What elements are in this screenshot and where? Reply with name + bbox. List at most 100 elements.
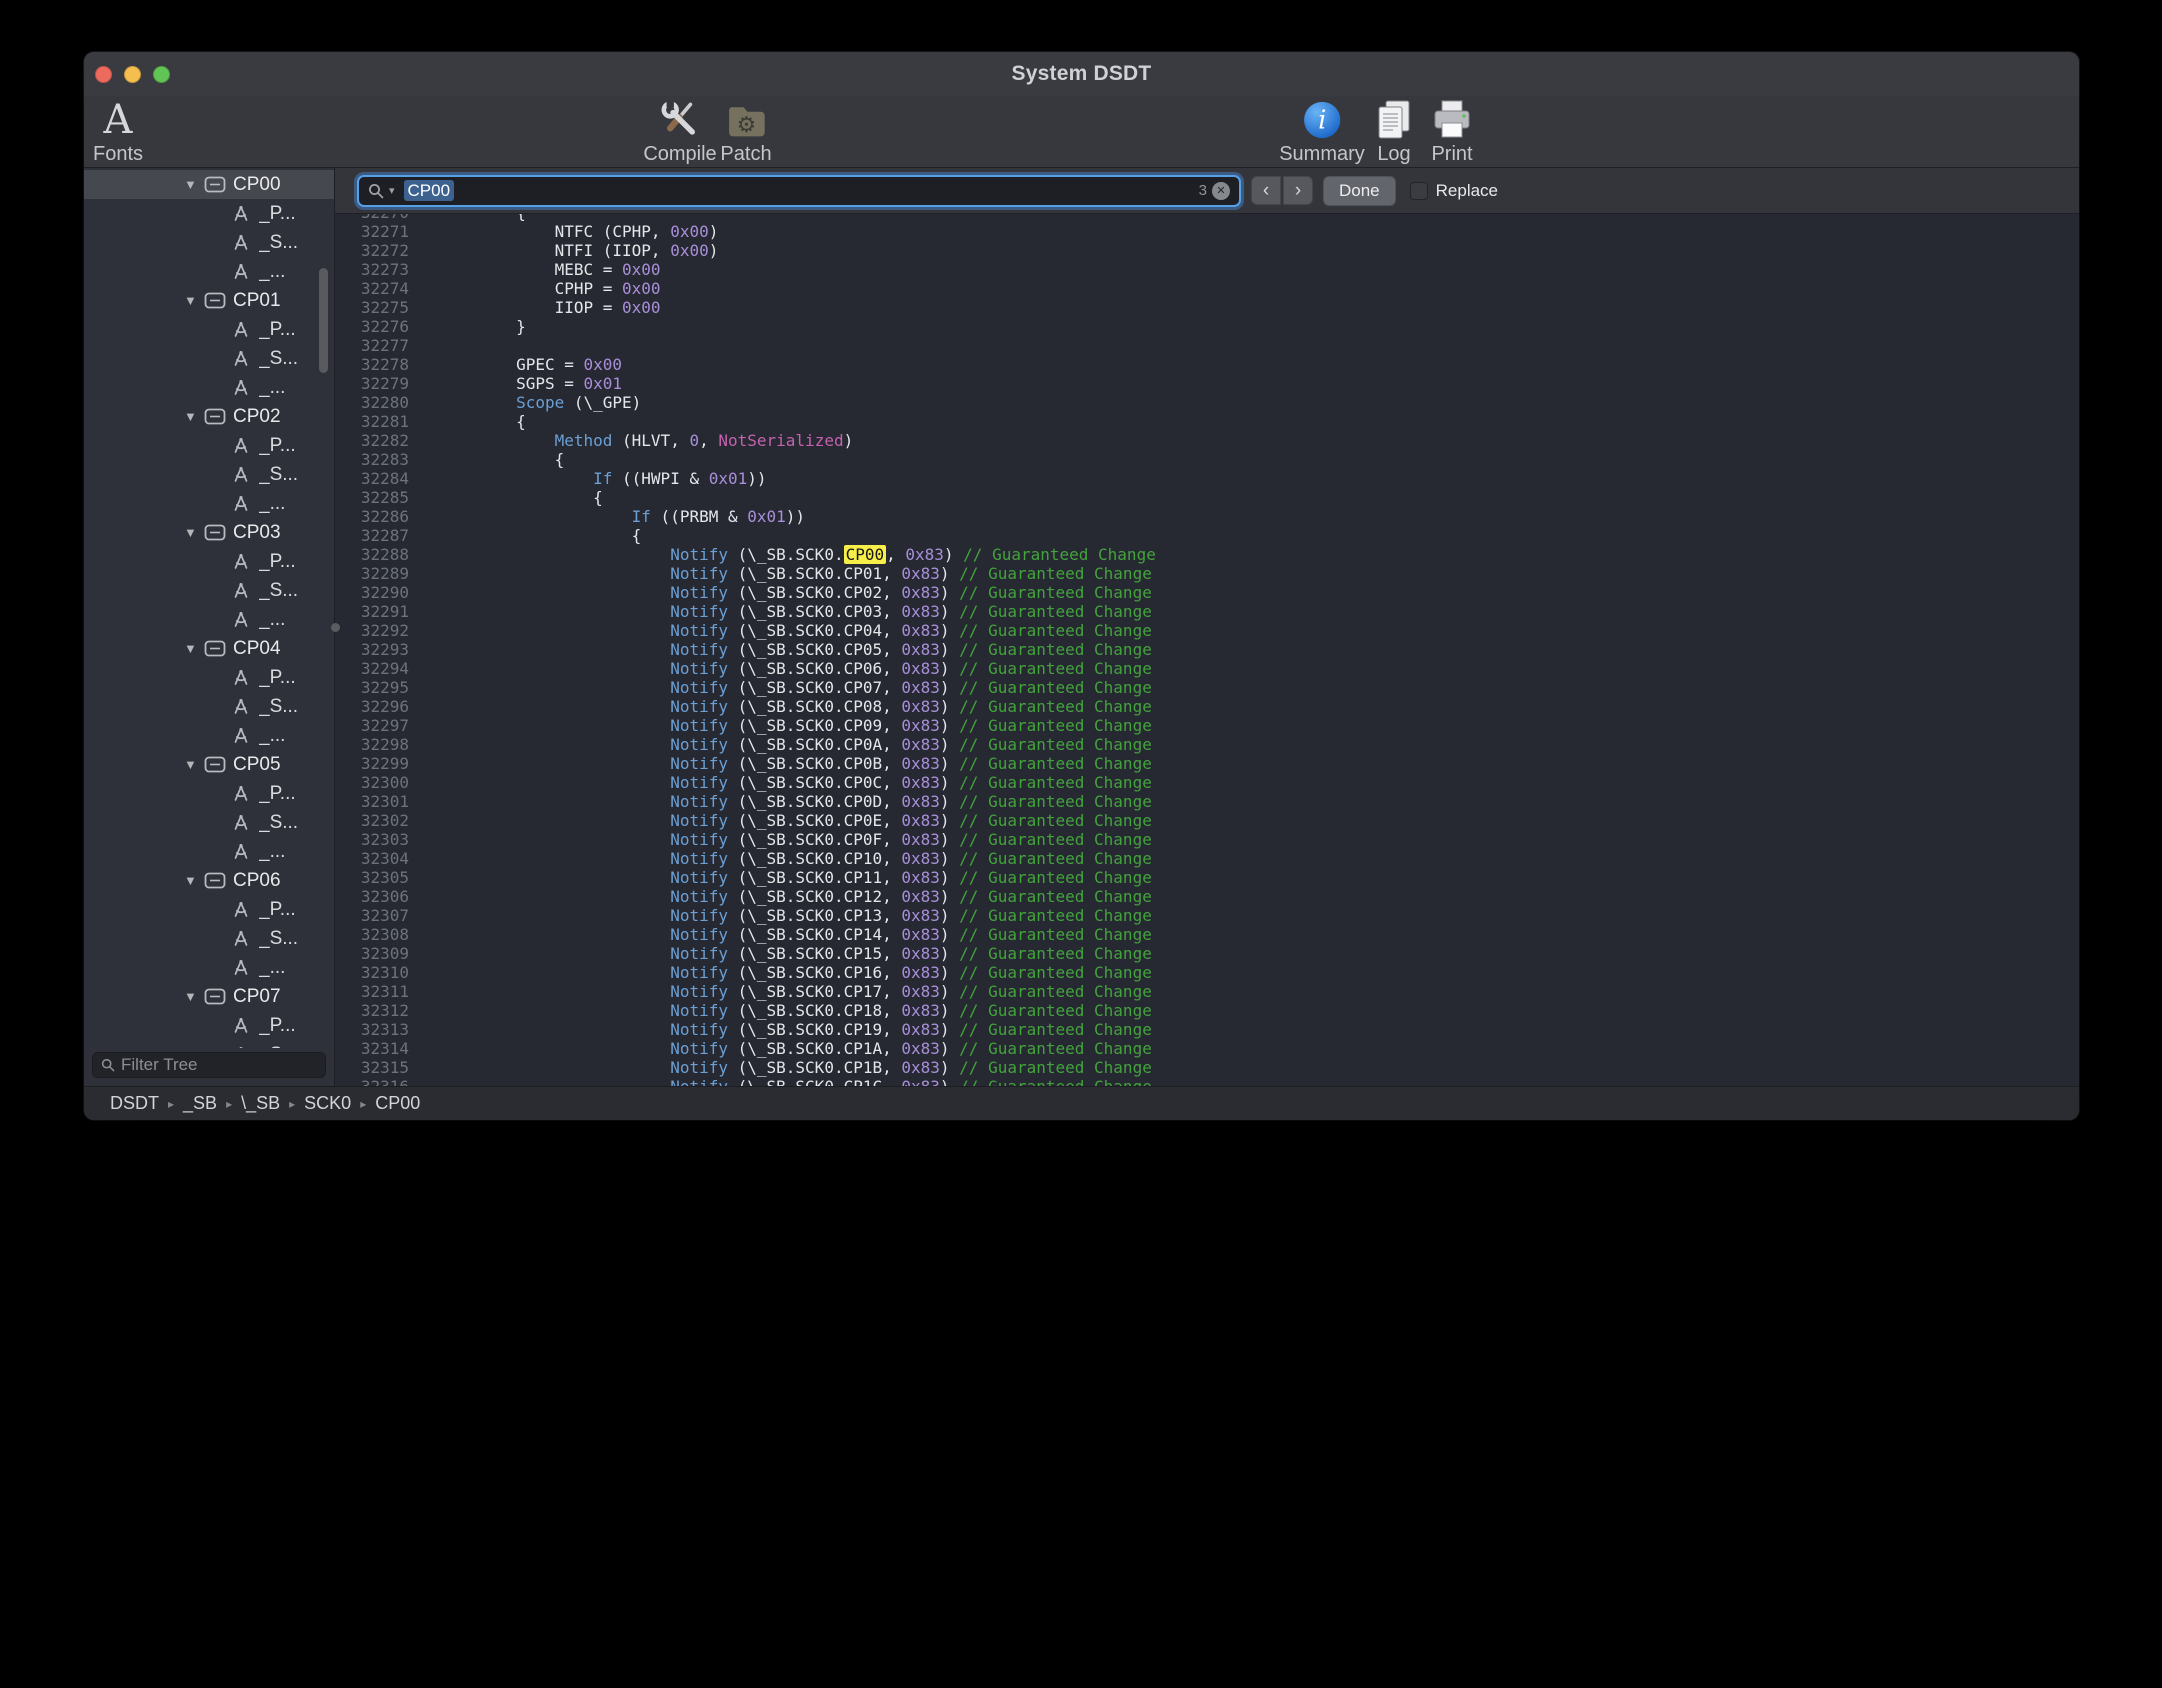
code-line-32284[interactable]: 32284 If ((HWPI & 0x01)): [335, 469, 2079, 488]
tree-item-CP06-child[interactable]: _S...: [84, 924, 334, 953]
tree-item-CP05-child[interactable]: _P...: [84, 779, 334, 808]
disclosure-triangle-icon[interactable]: ▼: [184, 409, 204, 424]
find-search-field[interactable]: ▾ CP00 3 ✕: [357, 175, 1241, 207]
zoom-button[interactable]: [153, 66, 170, 83]
code-line-32285[interactable]: 32285 {: [335, 488, 2079, 507]
breadcrumb-item-DSDT[interactable]: DSDT: [110, 1093, 159, 1114]
code-line-32282[interactable]: 32282 Method (HLVT, 0, NotSerialized): [335, 431, 2079, 450]
tree-item-CP06-child[interactable]: _P...: [84, 895, 334, 924]
tree-item-CP01[interactable]: ▼CP01: [84, 286, 334, 315]
toolbar-print-button[interactable]: Print: [1430, 98, 1474, 166]
code-line-32283[interactable]: 32283 {: [335, 450, 2079, 469]
breadcrumb-item-SB[interactable]: _SB: [183, 1093, 217, 1114]
tree-item-CP03-child[interactable]: _...: [84, 605, 334, 634]
code-line-32276[interactable]: 32276 }: [335, 317, 2079, 336]
code-line-32278[interactable]: 32278 GPEC = 0x00: [335, 355, 2079, 374]
code-line-32275[interactable]: 32275 IIOP = 0x00: [335, 298, 2079, 317]
tree-item-CP04-child[interactable]: _S...: [84, 692, 334, 721]
tree-item-CP00-child[interactable]: _S...: [84, 228, 334, 257]
toolbar-summary-button[interactable]: i Summary: [1279, 98, 1365, 166]
code-line-32306[interactable]: 32306 Notify (\_SB.SCK0.CP12, 0x83) // G…: [335, 887, 2079, 906]
tree-item-CP02-child[interactable]: _P...: [84, 431, 334, 460]
tree-item-CP05-child[interactable]: _...: [84, 837, 334, 866]
tree-item-CP01-child[interactable]: _P...: [84, 315, 334, 344]
disclosure-triangle-icon[interactable]: ▼: [184, 757, 204, 772]
code-line-32287[interactable]: 32287 {: [335, 526, 2079, 545]
code-line-32281[interactable]: 32281 {: [335, 412, 2079, 431]
code-line-32316[interactable]: 32316 Notify (\_SB.SCK0.CP1C, 0x83) // G…: [335, 1077, 2079, 1086]
code-line-32289[interactable]: 32289 Notify (\_SB.SCK0.CP01, 0x83) // G…: [335, 564, 2079, 583]
toolbar-compile-button[interactable]: Compile: [643, 98, 716, 166]
code-line-32307[interactable]: 32307 Notify (\_SB.SCK0.CP13, 0x83) // G…: [335, 906, 2079, 925]
code-line-32315[interactable]: 32315 Notify (\_SB.SCK0.CP1B, 0x83) // G…: [335, 1058, 2079, 1077]
code-line-32308[interactable]: 32308 Notify (\_SB.SCK0.CP14, 0x83) // G…: [335, 925, 2079, 944]
code-line-32298[interactable]: 32298 Notify (\_SB.SCK0.CP0A, 0x83) // G…: [335, 735, 2079, 754]
code-line-32299[interactable]: 32299 Notify (\_SB.SCK0.CP0B, 0x83) // G…: [335, 754, 2079, 773]
tree-item-CP03-child[interactable]: _S...: [84, 576, 334, 605]
code-line-32310[interactable]: 32310 Notify (\_SB.SCK0.CP16, 0x83) // G…: [335, 963, 2079, 982]
tree-item-CP06[interactable]: ▼CP06: [84, 866, 334, 895]
code-line-32291[interactable]: 32291 Notify (\_SB.SCK0.CP03, 0x83) // G…: [335, 602, 2079, 621]
tree-item-CP05[interactable]: ▼CP05: [84, 750, 334, 779]
code-line-32301[interactable]: 32301 Notify (\_SB.SCK0.CP0D, 0x83) // G…: [335, 792, 2079, 811]
code-line-32288[interactable]: 32288 Notify (\_SB.SCK0.CP00, 0x83) // G…: [335, 545, 2079, 564]
replace-checkbox[interactable]: [1410, 182, 1428, 200]
code-editor[interactable]: 32270 {32271 NTFC (CPHP, 0x00)32272 NTFI…: [335, 214, 2079, 1086]
code-line-32279[interactable]: 32279 SGPS = 0x01: [335, 374, 2079, 393]
code-line-32274[interactable]: 32274 CPHP = 0x00: [335, 279, 2079, 298]
toolbar-patch-button[interactable]: ⚙ Patch: [720, 98, 771, 166]
tree-item-CP04-child[interactable]: _P...: [84, 663, 334, 692]
breadcrumb-item-SCK0[interactable]: SCK0: [304, 1093, 351, 1114]
find-previous-button[interactable]: ‹: [1251, 176, 1281, 205]
search-menu-arrow-icon[interactable]: ▾: [389, 184, 395, 197]
disclosure-triangle-icon[interactable]: ▼: [184, 525, 204, 540]
tree-item-CP02-child[interactable]: _S...: [84, 460, 334, 489]
tree-item-CP02-child[interactable]: _...: [84, 489, 334, 518]
code-line-32303[interactable]: 32303 Notify (\_SB.SCK0.CP0F, 0x83) // G…: [335, 830, 2079, 849]
code-line-32300[interactable]: 32300 Notify (\_SB.SCK0.CP0C, 0x83) // G…: [335, 773, 2079, 792]
tree-item-CP00[interactable]: ▼CP00: [84, 170, 334, 199]
code-line-32295[interactable]: 32295 Notify (\_SB.SCK0.CP07, 0x83) // G…: [335, 678, 2079, 697]
clear-search-button[interactable]: ✕: [1212, 182, 1230, 200]
disclosure-triangle-icon[interactable]: ▼: [184, 293, 204, 308]
code-line-32272[interactable]: 32272 NTFI (IIOP, 0x00): [335, 241, 2079, 260]
tree-item-CP03[interactable]: ▼CP03: [84, 518, 334, 547]
tree-item-CP06-child[interactable]: _...: [84, 953, 334, 982]
code-line-32271[interactable]: 32271 NTFC (CPHP, 0x00): [335, 222, 2079, 241]
code-line-32270[interactable]: 32270 {: [335, 214, 2079, 222]
code-line-32304[interactable]: 32304 Notify (\_SB.SCK0.CP10, 0x83) // G…: [335, 849, 2079, 868]
code-line-32313[interactable]: 32313 Notify (\_SB.SCK0.CP19, 0x83) // G…: [335, 1020, 2079, 1039]
code-line-32292[interactable]: 32292 Notify (\_SB.SCK0.CP04, 0x83) // G…: [335, 621, 2079, 640]
tree-item-CP04[interactable]: ▼CP04: [84, 634, 334, 663]
split-handle[interactable]: [331, 623, 340, 632]
code-line-32273[interactable]: 32273 MEBC = 0x00: [335, 260, 2079, 279]
code-line-32293[interactable]: 32293 Notify (\_SB.SCK0.CP05, 0x83) // G…: [335, 640, 2079, 659]
done-button[interactable]: Done: [1323, 176, 1396, 206]
disclosure-triangle-icon[interactable]: ▼: [184, 641, 204, 656]
tree-item-CP02[interactable]: ▼CP02: [84, 402, 334, 431]
sidebar-scrollbar-thumb[interactable]: [319, 268, 328, 373]
code-line-32296[interactable]: 32296 Notify (\_SB.SCK0.CP08, 0x83) // G…: [335, 697, 2079, 716]
tree-item-CP01-child[interactable]: _S...: [84, 344, 334, 373]
toolbar-fonts-button[interactable]: A Fonts: [93, 98, 143, 166]
code-line-32305[interactable]: 32305 Notify (\_SB.SCK0.CP11, 0x83) // G…: [335, 868, 2079, 887]
code-line-32277[interactable]: 32277: [335, 336, 2079, 355]
code-line-32312[interactable]: 32312 Notify (\_SB.SCK0.CP18, 0x83) // G…: [335, 1001, 2079, 1020]
tree-item-CP03-child[interactable]: _P...: [84, 547, 334, 576]
titlebar[interactable]: System DSDT: [84, 52, 2079, 96]
tree-item-CP07-child[interactable]: _S...: [84, 1040, 334, 1048]
find-next-button[interactable]: ›: [1283, 176, 1313, 205]
tree-item-CP07[interactable]: ▼CP07: [84, 982, 334, 1011]
breadcrumb-item-CP00[interactable]: CP00: [375, 1093, 420, 1114]
breadcrumb-item-SB[interactable]: \_SB: [241, 1093, 280, 1114]
disclosure-triangle-icon[interactable]: ▼: [184, 873, 204, 888]
tree-item-CP01-child[interactable]: _...: [84, 373, 334, 402]
code-line-32302[interactable]: 32302 Notify (\_SB.SCK0.CP0E, 0x83) // G…: [335, 811, 2079, 830]
code-line-32311[interactable]: 32311 Notify (\_SB.SCK0.CP17, 0x83) // G…: [335, 982, 2079, 1001]
code-line-32294[interactable]: 32294 Notify (\_SB.SCK0.CP06, 0x83) // G…: [335, 659, 2079, 678]
filter-tree-input[interactable]: [121, 1055, 342, 1075]
disclosure-triangle-icon[interactable]: ▼: [184, 177, 204, 192]
filter-tree-field[interactable]: [92, 1052, 326, 1078]
code-line-32290[interactable]: 32290 Notify (\_SB.SCK0.CP02, 0x83) // G…: [335, 583, 2079, 602]
disclosure-triangle-icon[interactable]: ▼: [184, 989, 204, 1004]
